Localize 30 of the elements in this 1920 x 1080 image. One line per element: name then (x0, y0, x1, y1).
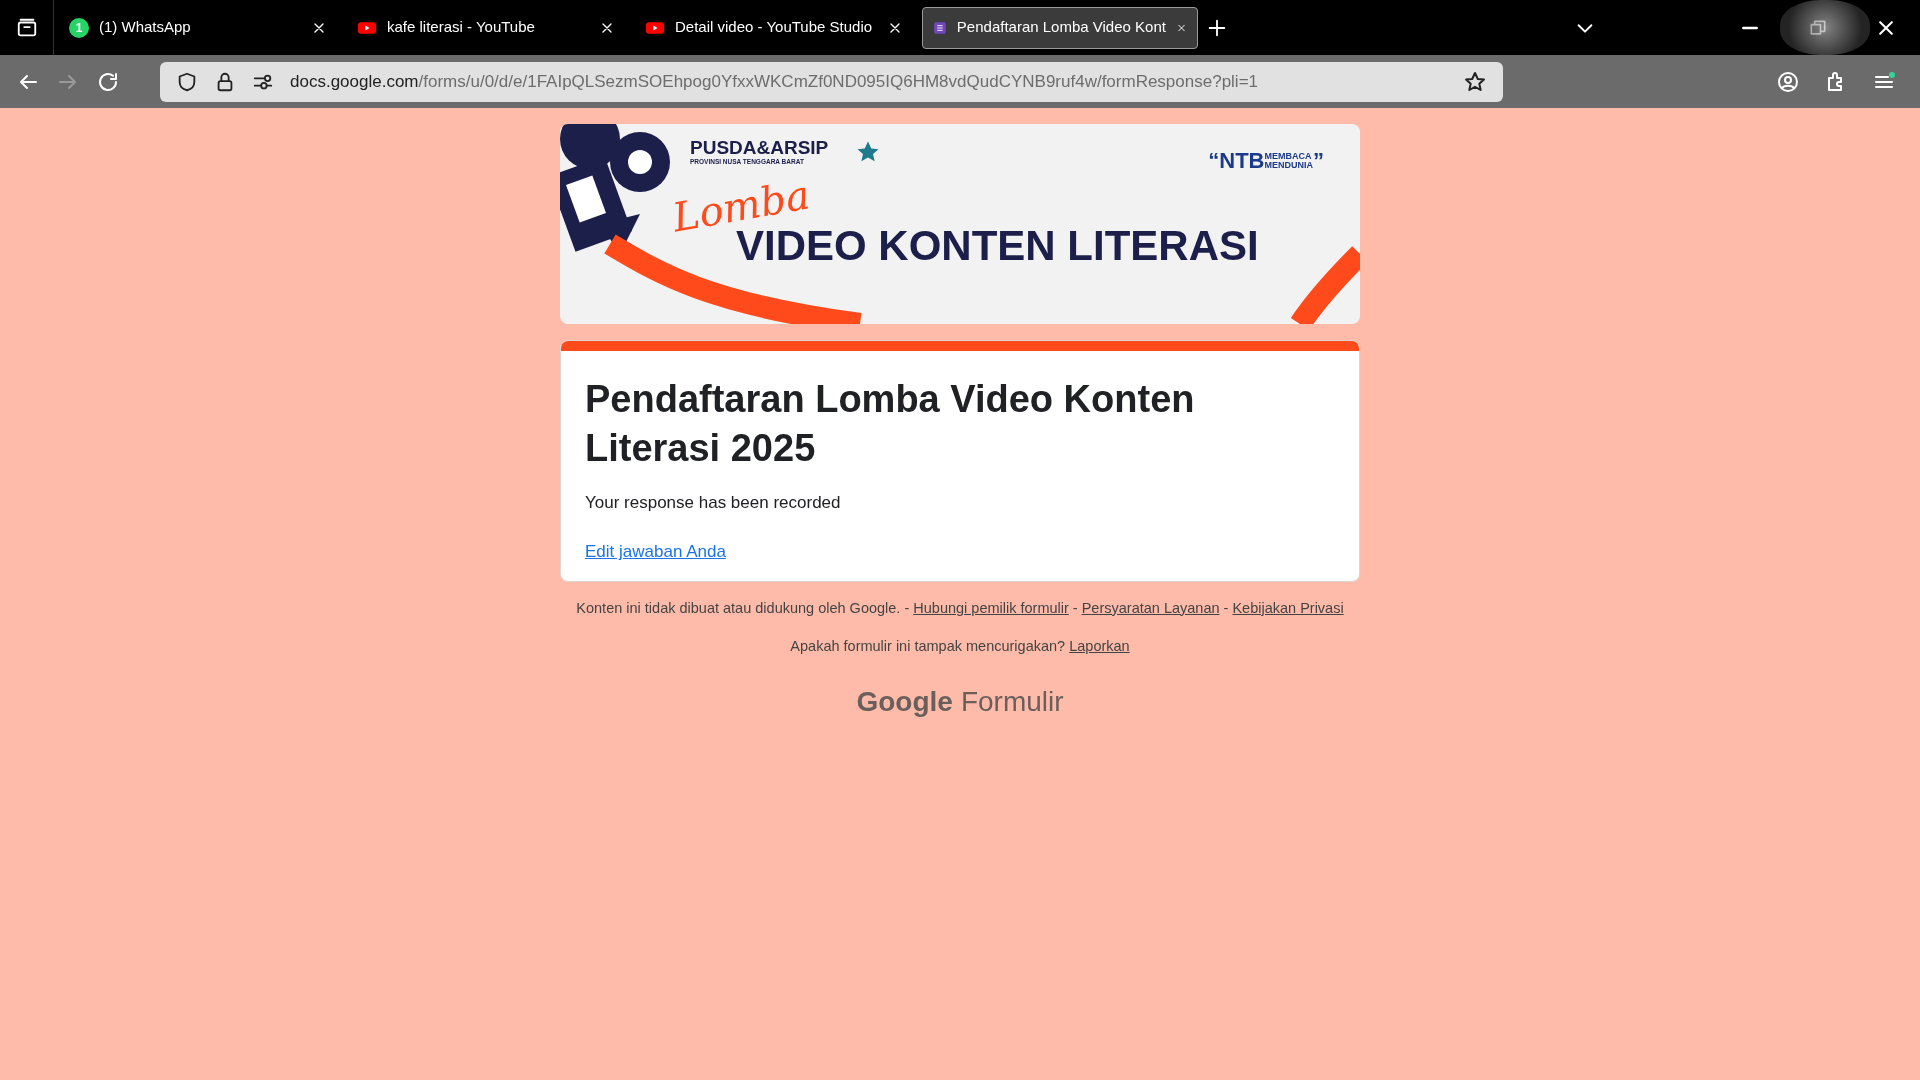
product-name: Formulir (960, 685, 1064, 720)
footer-disclaimer: Konten ini tidak dibuat atau didukung oleh Google. - Hubungi pemilik formulir - Persyaratan Layanan - Kebijakan Privasi (576, 598, 1344, 618)
tagline-text: MENDUNIA (1264, 160, 1313, 170)
tab-overview-icon[interactable] (15, 16, 38, 39)
quote-mark: “ (1208, 147, 1220, 175)
browser-tab[interactable]: Pendaftaran Lomba Video Kont (922, 6, 1198, 49)
banner-title: VIDEO KONTEN LITERASI (736, 222, 1259, 271)
form-title: Pendaftaran Lomba Video Konten Literasi 2025 (585, 377, 1196, 472)
tagline-text: MEMBACA (1264, 151, 1313, 161)
edit-response-link[interactable]: Edit jawaban Anda (585, 539, 726, 565)
whatsapp-icon: 1 (69, 17, 89, 38)
url-path: /forms/u/0/d/e/1FAIpQLSezmSOEhpog0YfxxWKCmZf0ND095IQ6HM8vdQudCYNB9ruf4w/formResponse?pli=1 (418, 71, 1259, 91)
address-field[interactable]: docs.google.com/forms/u/0/d/e/1FAIpQLSezmSOEhpog0YfxxWKCmZf0ND095IQ6HM8vdQudCYNB9ruf4w/formResponse?pli=1 (160, 61, 1503, 102)
browser-tab[interactable]: Detail video - YouTube Studio (634, 6, 914, 49)
footer-link[interactable]: Persyaratan Layanan (1081, 599, 1220, 616)
report-text: Apakah formulir ini tampak mencurigakan? Laporkan (790, 636, 1130, 656)
brand-logo: Google (856, 685, 953, 720)
footer-link[interactable]: Laporkan (1069, 637, 1130, 654)
confirmation-text: Your response has been recorded (585, 491, 842, 514)
tagline-text: NTB (1219, 147, 1265, 175)
shield-icon[interactable] (176, 70, 198, 93)
footer-link[interactable]: Hubungi pemilik formulir (913, 599, 1069, 616)
footer-link[interactable]: Kebijakan Privasi (1232, 599, 1344, 616)
browser-tab[interactable]: 1 (1) WhatsApp (58, 6, 338, 49)
browser-tab[interactable]: kafe literasi - YouTube (346, 6, 626, 49)
account-icon[interactable] (1776, 69, 1800, 94)
star-icon[interactable] (1463, 69, 1487, 94)
quote-mark: ” (1313, 147, 1324, 175)
url-host: docs.google.com (290, 71, 419, 91)
logo-text: PUSDA&ARSIP (690, 138, 829, 157)
